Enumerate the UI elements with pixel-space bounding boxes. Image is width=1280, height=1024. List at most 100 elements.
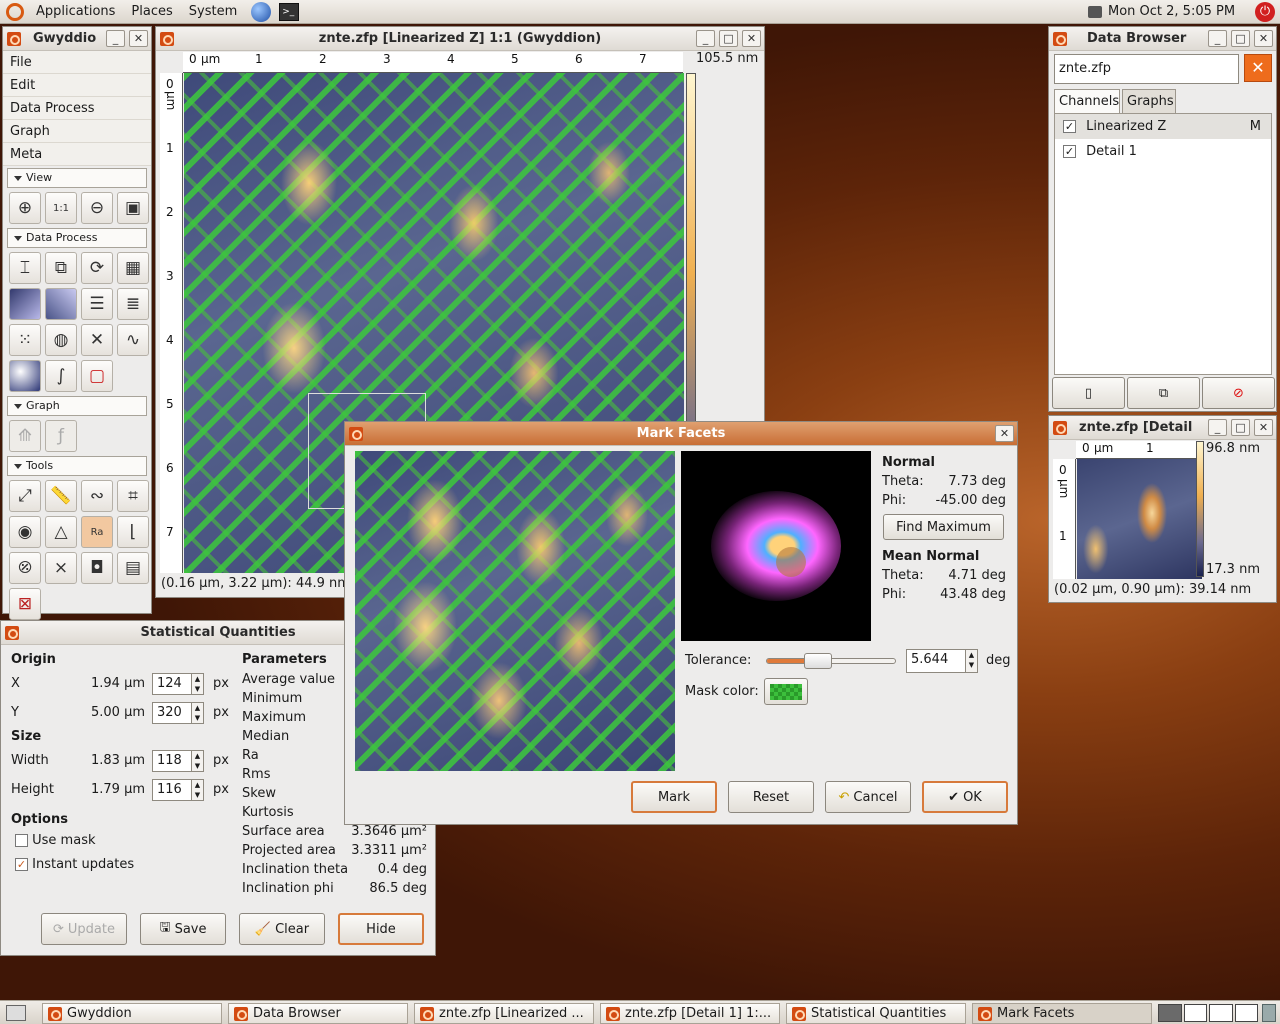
workspace-4[interactable] (1234, 1004, 1258, 1022)
close-button[interactable]: ✕ (129, 30, 148, 47)
menu-graph[interactable]: Graph (3, 120, 151, 143)
maximize-button[interactable]: □ (719, 30, 738, 47)
taskbar-item-detail[interactable]: znte.zfp [Detail 1] 1:... (600, 1003, 780, 1024)
taskbar-item-data-browser[interactable]: Data Browser (228, 1003, 408, 1024)
hide-button[interactable]: Hide (338, 913, 424, 945)
line-correct-icon[interactable]: ☰ (81, 288, 113, 320)
menu-edit[interactable]: Edit (3, 74, 151, 97)
mask-color-button[interactable] (764, 678, 808, 705)
checkbox-box[interactable]: ✓ (15, 858, 28, 871)
section-view[interactable]: View (7, 168, 147, 188)
ubuntu-logo-icon[interactable] (6, 2, 24, 21)
clear-button[interactable]: 🧹 Clear (239, 913, 325, 945)
taskbar-item-mark-facets[interactable]: Mark Facets (972, 1003, 1152, 1024)
toolbox-titlebar[interactable]: Gwyddio _ ✕ (3, 27, 151, 51)
curvature-icon[interactable]: ∫ (45, 360, 77, 392)
places-menu[interactable]: Places (123, 0, 180, 24)
mark-facets-titlebar[interactable]: Mark Facets ✕ (345, 422, 1017, 446)
clock[interactable]: Mon Oct 2, 5:05 PM (1108, 0, 1235, 24)
profile-icon[interactable]: ∾ (81, 480, 113, 512)
tolerance-input[interactable]: 5.644 (906, 649, 966, 673)
grain-remove-tool-icon[interactable]: ⊠ (9, 588, 41, 620)
update-button[interactable]: ⟳ Update (41, 913, 127, 945)
width-px-spinner[interactable]: 118 ▲ ▼ (152, 750, 204, 772)
level-icon[interactable]: ⌶ (9, 252, 41, 284)
close-button[interactable]: ✕ (742, 30, 761, 47)
menu-file[interactable]: File (3, 51, 151, 74)
facet-level-icon[interactable] (45, 288, 77, 320)
distort-icon[interactable]: ▦ (117, 252, 149, 284)
close-button[interactable]: ✕ (1254, 419, 1273, 436)
applications-menu[interactable]: Applications (28, 0, 123, 24)
remove-spots-icon[interactable]: ⨯ (45, 552, 77, 584)
zoom-out-icon[interactable]: ⊖ (81, 192, 113, 224)
channel-visible-checkbox[interactable]: ✓ (1063, 120, 1076, 133)
data-window-titlebar[interactable]: znte.zfp [Linearized Z] 1:1 (Gwyddion) _… (156, 27, 764, 51)
spinner-arrows[interactable]: ▲ ▼ (192, 702, 204, 724)
list-item[interactable]: ✓ Linearized Z M (1055, 114, 1271, 139)
y-px-spinner[interactable]: 320 ▲ ▼ (152, 702, 204, 724)
workspace-2[interactable] (1183, 1004, 1207, 1022)
list-item[interactable]: ✓ Detail 1 (1055, 139, 1271, 164)
angular-distribution-plot[interactable] (681, 451, 871, 641)
polynomial-icon[interactable]: △ (45, 516, 77, 548)
grains-icon[interactable]: ⁙ (9, 324, 41, 356)
scars-icon[interactable]: ≣ (117, 288, 149, 320)
filename-field[interactable]: znte.zfp (1054, 54, 1239, 84)
tolerance-spinner[interactable]: 5.644 ▲ ▼ (906, 649, 978, 673)
x-px-input[interactable]: 124 (152, 673, 192, 695)
section-tools[interactable]: Tools (7, 456, 147, 476)
spinner-arrows[interactable]: ▲ ▼ (192, 779, 204, 801)
workspace-switcher[interactable] (1158, 1004, 1258, 1022)
mark-button[interactable]: Mark (631, 781, 717, 813)
cancel-button[interactable]: ↶ Cancel (825, 781, 911, 813)
filter-icon[interactable]: ◘ (81, 552, 113, 584)
close-button[interactable]: ✕ (1254, 30, 1273, 47)
reset-button[interactable]: Reset (728, 781, 814, 813)
roughness-icon[interactable]: ⦼ (9, 552, 41, 584)
use-mask-checkbox[interactable]: Use mask (15, 833, 96, 848)
channel-visible-checkbox[interactable]: ✓ (1063, 145, 1076, 158)
ok-button[interactable]: ✔ OK (922, 781, 1008, 813)
width-px-input[interactable]: 118 (152, 750, 192, 772)
close-file-button[interactable]: ✕ (1244, 54, 1272, 82)
taskbar-item-statistical-quantities[interactable]: Statistical Quantities (786, 1003, 966, 1024)
workspace-3[interactable] (1209, 1004, 1233, 1022)
spinner-arrows[interactable]: ▲ ▼ (192, 673, 204, 695)
taskbar-item-gwyddion[interactable]: Gwyddion (42, 1003, 222, 1024)
minimize-button[interactable]: _ (1208, 419, 1227, 436)
height-px-input[interactable]: 116 (152, 779, 192, 801)
save-button[interactable]: 🖫 Save (140, 913, 226, 945)
selection-marker[interactable] (776, 547, 806, 577)
minimize-button[interactable]: _ (106, 30, 125, 47)
system-menu[interactable]: System (181, 0, 245, 24)
3d-view-icon[interactable]: ▣ (117, 192, 149, 224)
scale-icon[interactable]: ⧉ (45, 252, 77, 284)
y-px-input[interactable]: 320 (152, 702, 192, 724)
statistical-quantities-icon[interactable]: Ra (81, 516, 113, 548)
facet-preview-image[interactable] (355, 451, 675, 771)
minimize-button[interactable]: _ (1208, 30, 1227, 47)
checkbox-box[interactable] (15, 834, 28, 847)
maximize-button[interactable]: □ (1231, 30, 1250, 47)
data-browser-titlebar[interactable]: Data Browser _ □ ✕ (1049, 27, 1276, 51)
browser-launcher-icon[interactable] (251, 1, 272, 22)
distribution-icon[interactable]: ∿ (117, 324, 149, 356)
section-data-process[interactable]: Data Process (7, 228, 147, 248)
color-range-icon[interactable]: ◉ (9, 516, 41, 548)
mask-editor-icon[interactable]: ▤ (117, 552, 149, 584)
read-value-icon[interactable]: ⤢ (9, 480, 41, 512)
duplicate-button[interactable]: ⧉ (1127, 377, 1200, 409)
tolerance-slider-thumb[interactable] (804, 653, 832, 669)
watershed-icon[interactable]: ◍ (45, 324, 77, 356)
close-button[interactable]: ✕ (995, 425, 1014, 442)
tab-channels[interactable]: Channels (1054, 89, 1120, 114)
taskbar-item-linearized[interactable]: znte.zfp [Linearized ... (414, 1003, 594, 1024)
zoom-1-1-icon[interactable]: 1:1 (45, 192, 77, 224)
x-px-spinner[interactable]: 124 ▲ ▼ (152, 673, 204, 695)
volume-icon[interactable] (1088, 6, 1102, 18)
tolerance-slider[interactable] (766, 653, 896, 669)
shade-icon[interactable] (9, 360, 41, 392)
detail-titlebar[interactable]: znte.zfp [Detail _ □ ✕ (1049, 416, 1276, 440)
crop-icon[interactable]: ⌗ (117, 480, 149, 512)
